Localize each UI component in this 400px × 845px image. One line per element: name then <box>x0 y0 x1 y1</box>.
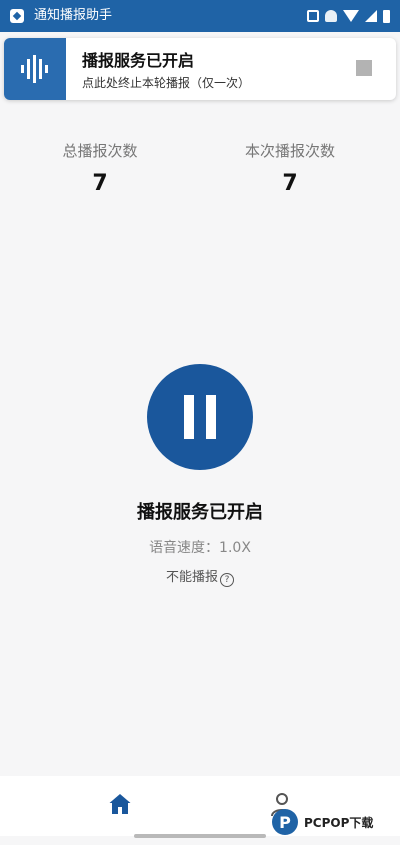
app-icon <box>10 9 24 23</box>
status-bar: 通知播报助手 <box>0 0 400 32</box>
voice-speed: 语音速度：1.0X <box>149 540 251 556</box>
gesture-bar[interactable] <box>134 834 266 838</box>
notification-title: 播报服务已开启 <box>82 51 195 70</box>
home-icon[interactable] <box>108 792 132 816</box>
status-icons <box>307 8 390 24</box>
watermark: P PCPOP下载 <box>272 806 373 838</box>
pause-icon <box>184 395 216 439</box>
nfc-icon <box>307 10 319 22</box>
battery-icon <box>383 9 390 23</box>
cannot-play-label: 不能播报 <box>165 570 218 585</box>
muted-bell-icon <box>325 10 337 22</box>
stat-current-label: 本次播报次数 <box>244 142 335 160</box>
voice-wave-icon <box>4 38 66 100</box>
signal-icon <box>365 10 377 22</box>
stats-panel: 总播报次数 7 本次播报次数 7 <box>0 140 400 200</box>
cannot-play-link[interactable]: 不能播报? <box>0 566 400 587</box>
stat-current-value: 7 <box>282 171 298 196</box>
watermark-logo: P <box>272 809 298 835</box>
stat-total: 总播报次数 7 <box>0 140 200 196</box>
pause-button[interactable] <box>147 364 253 470</box>
question-icon: ? <box>220 573 234 587</box>
watermark-text: PCPOP下载 <box>304 815 374 830</box>
status-bar-app-name: 通知播报助手 <box>34 8 113 23</box>
stat-total-label: 总播报次数 <box>62 142 138 160</box>
notification-card[interactable]: 播报服务已开启 点此处终止本轮播报（仅一次） <box>4 38 396 100</box>
stat-total-value: 7 <box>92 171 108 196</box>
service-status: 播报服务已开启 <box>137 502 263 523</box>
notification-subtitle: 点此处终止本轮播报（仅一次） <box>82 76 251 90</box>
stat-current: 本次播报次数 7 <box>190 140 390 196</box>
wifi-icon <box>343 10 359 22</box>
stop-icon[interactable] <box>356 60 372 76</box>
